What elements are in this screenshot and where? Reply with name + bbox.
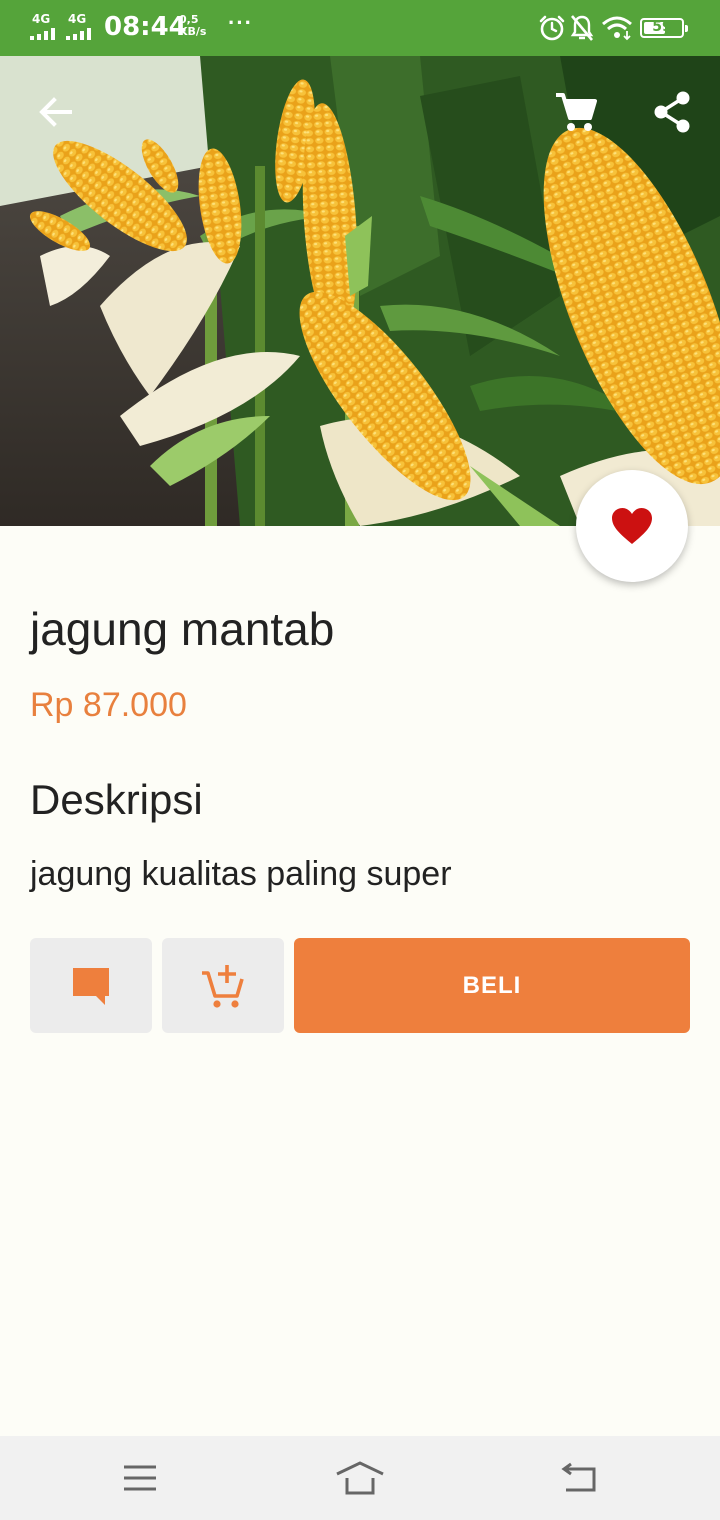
- back-button[interactable]: [32, 88, 80, 136]
- add-to-cart-button[interactable]: [162, 938, 284, 1033]
- battery-icon: 59: [640, 18, 688, 38]
- product-name: jagung mantab: [30, 603, 335, 655]
- product-price: Rp 87.000: [30, 686, 187, 724]
- menu-button[interactable]: [110, 1452, 170, 1504]
- share-button[interactable]: [648, 88, 696, 136]
- description-heading: Deskripsi: [30, 776, 203, 823]
- product-image: [0, 56, 720, 526]
- description-text: jagung kualitas paling super: [30, 855, 452, 893]
- home-icon: [336, 1461, 384, 1495]
- home-button[interactable]: [330, 1452, 390, 1504]
- menu-icon: [124, 1465, 156, 1491]
- notifications-off-icon: [570, 15, 594, 41]
- speed-unit: KB/s: [179, 25, 207, 38]
- arrow-left-icon: [39, 97, 72, 127]
- network-type-2: 4G: [68, 12, 87, 26]
- status-bar: 4G 4G 08:44 0,5 KB/s ··· 59: [0, 0, 720, 56]
- heart-icon: [612, 508, 652, 544]
- clock: 08:44: [104, 12, 187, 42]
- wifi-icon: [602, 16, 632, 41]
- favorite-button[interactable]: [576, 470, 688, 582]
- navigation-bar: [0, 1436, 720, 1520]
- battery-level: 59: [652, 19, 672, 35]
- network-speed: 0,5 KB/s: [179, 14, 206, 38]
- share-icon: [654, 91, 690, 133]
- more-notifications: ···: [228, 10, 253, 35]
- cart-button[interactable]: [552, 88, 600, 136]
- back-icon: [561, 1462, 596, 1492]
- chat-button[interactable]: [30, 938, 152, 1033]
- network-type-1: 4G: [32, 12, 51, 26]
- add-cart-icon: [202, 964, 244, 1008]
- buy-button[interactable]: BELI: [294, 938, 690, 1033]
- chat-icon: [73, 967, 109, 1005]
- corn-field-image: [0, 56, 720, 526]
- cart-icon: [556, 93, 597, 131]
- alarm-icon: [539, 15, 565, 41]
- back-nav-button[interactable]: [550, 1452, 610, 1504]
